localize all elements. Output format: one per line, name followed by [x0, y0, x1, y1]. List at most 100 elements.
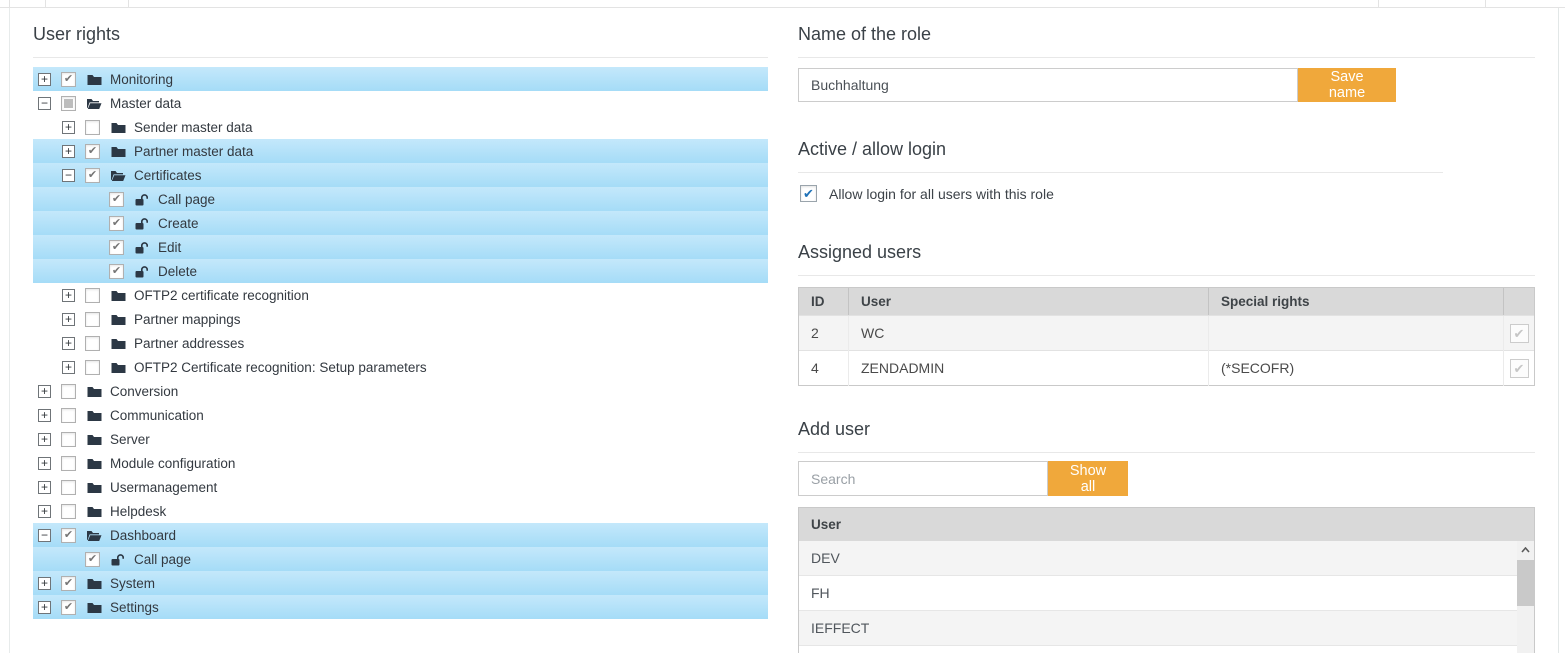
folder-closed-icon: [86, 385, 102, 398]
expand-icon[interactable]: +: [38, 577, 51, 590]
expand-icon[interactable]: +: [62, 361, 75, 374]
expand-icon[interactable]: +: [38, 457, 51, 470]
check-icon: ✔: [64, 602, 73, 613]
check-icon: ✔: [1514, 362, 1525, 375]
tree-checkbox[interactable]: [61, 408, 76, 423]
expand-icon[interactable]: +: [62, 337, 75, 350]
toolbar-separator: [1378, 0, 1379, 8]
tree-item[interactable]: +Partner addresses: [33, 331, 768, 355]
tree-item[interactable]: +✔Settings: [33, 595, 768, 619]
tree-checkbox[interactable]: ✔: [61, 576, 76, 591]
tree-checkbox[interactable]: ✔: [109, 216, 124, 231]
tree-checkbox[interactable]: ✔: [109, 240, 124, 255]
tree-item[interactable]: +Partner mappings: [33, 307, 768, 331]
tree-item[interactable]: ✔Create: [33, 211, 768, 235]
collapse-icon[interactable]: −: [38, 97, 51, 110]
expand-icon[interactable]: +: [38, 601, 51, 614]
tree-checkbox[interactable]: ✔: [85, 552, 100, 567]
column-header: User: [849, 288, 1209, 315]
tree-item[interactable]: + Communication: [33, 403, 768, 427]
expand-icon[interactable]: +: [38, 433, 51, 446]
tree-item[interactable]: +OFTP2 certificate recognition: [33, 283, 768, 307]
tree-item[interactable]: +Usermanagement: [33, 475, 768, 499]
collapse-icon[interactable]: −: [62, 169, 75, 182]
tree-checkbox[interactable]: [85, 120, 100, 135]
expand-icon[interactable]: +: [38, 385, 51, 398]
tree-checkbox[interactable]: [85, 336, 100, 351]
table-row[interactable]: 2WC✔: [799, 315, 1534, 350]
tree-item[interactable]: −✔Certificates: [33, 163, 768, 187]
tree-item[interactable]: ✔Call page: [33, 187, 768, 211]
tree-checkbox[interactable]: [85, 288, 100, 303]
role-name-input[interactable]: [798, 68, 1298, 102]
tree-item[interactable]: + OFTP2 Certificate recognition: Setup pa…: [33, 355, 768, 379]
tree-item[interactable]: +Conversion: [33, 379, 768, 403]
folder-open-icon: [110, 169, 126, 182]
tree-indent-spacer: [86, 217, 99, 230]
assigned-users-title: Assigned users: [798, 242, 921, 263]
expand-icon[interactable]: +: [38, 505, 51, 518]
tree-checkbox[interactable]: [61, 432, 76, 447]
tree-checkbox[interactable]: [61, 504, 76, 519]
tree-checkbox[interactable]: [61, 96, 76, 111]
tree-checkbox[interactable]: [61, 384, 76, 399]
tree-checkbox[interactable]: [85, 312, 100, 327]
tree-item[interactable]: ✔Call page: [33, 547, 768, 571]
tree-checkbox[interactable]: ✔: [85, 144, 100, 159]
folder-open-icon: [86, 97, 102, 110]
user-list-item[interactable]: DEV: [799, 541, 1517, 576]
table-header-row: IDUserSpecial rights: [799, 288, 1534, 315]
cell-user: WC: [849, 316, 1209, 351]
tree-checkbox[interactable]: [61, 456, 76, 471]
scroll-up-button[interactable]: [1517, 541, 1534, 558]
tree-indent-spacer: [86, 265, 99, 278]
tree-item[interactable]: ✔Edit: [33, 235, 768, 259]
tree-item-label: OFTP2 Certificate recognition: Setup par…: [134, 360, 427, 375]
tree-item[interactable]: +Helpdesk: [33, 499, 768, 523]
expand-icon[interactable]: +: [62, 313, 75, 326]
user-list-item[interactable]: FH: [799, 576, 1517, 611]
tree-item[interactable]: +Sender master data: [33, 115, 768, 139]
folder-closed-icon: [110, 313, 126, 326]
tree-item[interactable]: +✔Partner master data: [33, 139, 768, 163]
tree-item[interactable]: +✔System: [33, 571, 768, 595]
tree-item[interactable]: −✔Dashboard: [33, 523, 768, 547]
user-list-item[interactable]: IEFFECT: [799, 611, 1517, 646]
tree-checkbox[interactable]: ✔: [109, 192, 124, 207]
show-all-button[interactable]: Show all: [1048, 461, 1128, 496]
tree-item-label: Master data: [110, 96, 181, 111]
tree-checkbox[interactable]: [61, 480, 76, 495]
collapse-icon[interactable]: −: [38, 529, 51, 542]
expand-icon[interactable]: +: [38, 409, 51, 422]
check-icon: ✔: [64, 74, 73, 85]
scrollbar[interactable]: [1517, 541, 1534, 653]
tree-checkbox[interactable]: ✔: [109, 264, 124, 279]
expand-icon[interactable]: +: [62, 145, 75, 158]
expand-icon[interactable]: +: [62, 121, 75, 134]
tree-item[interactable]: +✔Monitoring: [33, 67, 768, 91]
folder-closed-icon: [110, 289, 126, 302]
table-row[interactable]: 4ZENDADMIN(*SECOFR)✔: [799, 350, 1534, 385]
tree-item[interactable]: − Master data: [33, 91, 768, 115]
tree-checkbox[interactable]: ✔: [61, 72, 76, 87]
tree-item[interactable]: +Module configuration: [33, 451, 768, 475]
check-icon: ✔: [112, 194, 121, 205]
lock-open-icon: [134, 217, 150, 230]
expand-icon[interactable]: +: [62, 289, 75, 302]
allow-login-checkbox[interactable]: ✔: [800, 185, 817, 202]
expand-icon[interactable]: +: [38, 73, 51, 86]
scrollbar-thumb[interactable]: [1517, 560, 1534, 606]
tree-item-label: Communication: [110, 408, 204, 423]
folder-closed-icon: [86, 601, 102, 614]
search-input[interactable]: [798, 461, 1048, 496]
tree-item[interactable]: ✔Delete: [33, 259, 768, 283]
expand-icon[interactable]: +: [38, 481, 51, 494]
tree-checkbox[interactable]: ✔: [85, 168, 100, 183]
folder-closed-icon: [86, 73, 102, 86]
tree-item[interactable]: +Server: [33, 427, 768, 451]
chevron-up-icon: [1521, 547, 1530, 553]
tree-checkbox[interactable]: [85, 360, 100, 375]
save-name-button[interactable]: Save name: [1298, 68, 1396, 102]
tree-checkbox[interactable]: ✔: [61, 528, 76, 543]
tree-checkbox[interactable]: ✔: [61, 600, 76, 615]
